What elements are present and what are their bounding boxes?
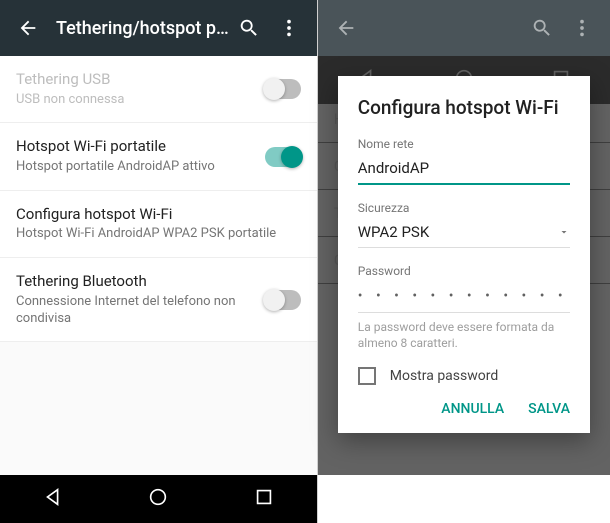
row-title: Hotspot Wi-Fi portatile — [16, 137, 253, 157]
password-input[interactable]: • • • • • • • • • • • • — [358, 282, 570, 313]
password-label: Password — [358, 264, 570, 278]
overflow-button — [562, 8, 602, 48]
row-configure-hotspot[interactable]: Configura hotspot Wi-Fi Hotspot Wi-Fi An… — [0, 191, 317, 258]
wifi-hotspot-toggle[interactable] — [265, 147, 301, 167]
more-vert-icon — [278, 17, 300, 39]
circle-home-icon — [147, 486, 169, 508]
square-recents-icon — [253, 486, 275, 508]
row-subtitle: Connessione Internet del telefono non co… — [16, 294, 253, 328]
search-icon — [238, 17, 260, 39]
settings-list: Tethering USB USB non connessa Hotspot W… — [0, 56, 317, 475]
network-name-input[interactable] — [358, 155, 570, 185]
row-usb-tethering: Tethering USB USB non connessa — [0, 56, 317, 123]
search-button[interactable] — [229, 8, 269, 48]
back-button[interactable] — [8, 8, 48, 48]
arrow-back-icon — [335, 17, 357, 39]
save-button[interactable]: SALVA — [528, 401, 570, 417]
more-vert-icon — [571, 17, 593, 39]
appbar-title: Tethering/hotspot p… — [56, 18, 229, 39]
appbar: Tethering/hotspot p… — [0, 0, 317, 56]
row-subtitle: Hotspot Wi-Fi AndroidAP WPA2 PSK portati… — [16, 226, 301, 243]
nav-recents-button[interactable] — [253, 486, 275, 512]
show-password-label: Mostra password — [390, 368, 499, 384]
search-icon — [531, 17, 553, 39]
arrow-back-icon — [17, 17, 39, 39]
usb-tethering-toggle — [265, 79, 301, 99]
search-button — [522, 8, 562, 48]
row-title: Configura hotspot Wi-Fi — [16, 205, 301, 225]
navbar — [0, 475, 317, 523]
show-password-checkbox[interactable]: Mostra password — [358, 367, 570, 385]
row-bluetooth-tethering[interactable]: Tethering Bluetooth Connessione Internet… — [0, 258, 317, 342]
security-dropdown[interactable]: WPA2 PSK — [358, 219, 570, 248]
row-wifi-hotspot[interactable]: Hotspot Wi-Fi portatile Hotspot portatil… — [0, 123, 317, 190]
security-label: Sicurezza — [358, 201, 570, 215]
back-button — [326, 8, 366, 48]
cancel-button[interactable]: ANNULLA — [441, 401, 504, 417]
hotspot-config-dialog: Configura hotspot Wi-Fi Nome rete Sicure… — [338, 76, 590, 433]
network-name-label: Nome rete — [358, 137, 570, 151]
password-helper: La password deve essere formata da almen… — [358, 319, 570, 351]
row-subtitle: Hotspot portatile AndroidAP attivo — [16, 159, 253, 176]
row-subtitle: USB non connessa — [16, 92, 253, 109]
overflow-button[interactable] — [269, 8, 309, 48]
nav-back-button[interactable] — [42, 486, 64, 512]
security-value: WPA2 PSK — [358, 223, 558, 241]
row-title: Tethering Bluetooth — [16, 272, 253, 292]
appbar — [318, 0, 610, 56]
row-title: Tethering USB — [16, 70, 253, 90]
dropdown-arrow-icon — [558, 226, 570, 238]
bluetooth-tethering-toggle[interactable] — [265, 290, 301, 310]
checkbox-icon — [358, 367, 376, 385]
nav-home-button[interactable] — [147, 486, 169, 512]
dialog-title: Configura hotspot Wi-Fi — [358, 96, 570, 119]
triangle-back-icon — [42, 486, 64, 508]
